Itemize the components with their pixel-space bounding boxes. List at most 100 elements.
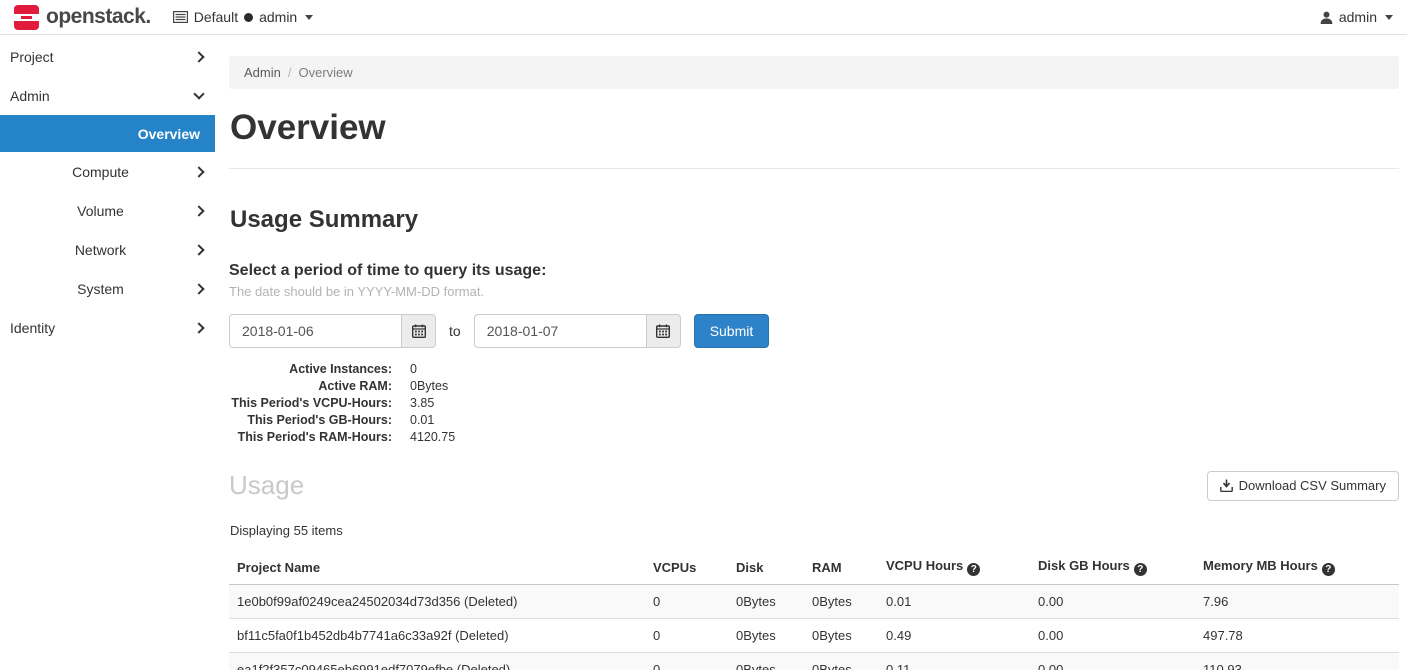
- date-from-group: [229, 314, 436, 348]
- project-dot-icon: [244, 13, 253, 22]
- sidebar-item-project[interactable]: Project: [0, 37, 215, 76]
- breadcrumb-current: Overview: [298, 65, 352, 80]
- usage-heading: Usage: [229, 470, 304, 501]
- cell-project-name: 1e0b0f99af0249cea24502034d73d356 (Delete…: [229, 585, 645, 619]
- chevron-right-icon: [193, 51, 204, 62]
- chevron-right-icon: [193, 283, 204, 294]
- table-row: 1e0b0f99af0249cea24502034d73d356 (Delete…: [229, 585, 1399, 619]
- user-icon: [1320, 11, 1333, 24]
- stat-row: This Period's RAM-Hours: 4120.75: [229, 429, 1399, 446]
- to-label: to: [449, 323, 461, 339]
- download-csv-button[interactable]: Download CSV Summary: [1207, 471, 1399, 501]
- stat-row: This Period's VCPU-Hours: 3.85: [229, 395, 1399, 412]
- sidebar-item-overview[interactable]: Overview: [0, 115, 215, 152]
- user-menu[interactable]: admin: [1320, 9, 1393, 25]
- sidebar-item-label: Network: [10, 242, 195, 258]
- openstack-logo-icon: [14, 5, 39, 30]
- calendar-icon: [656, 324, 670, 338]
- col-project-name: Project Name: [229, 550, 645, 585]
- help-icon[interactable]: ?: [1134, 563, 1147, 576]
- sidebar-item-volume[interactable]: Volume: [0, 191, 215, 230]
- stat-value: 3.85: [410, 395, 434, 412]
- cell-disk-gb-hours: 0.00: [1030, 585, 1195, 619]
- stat-value: 0.01: [410, 412, 434, 429]
- calendar-icon-to[interactable]: [646, 314, 681, 348]
- date-to-input[interactable]: [474, 314, 646, 348]
- col-vcpus: VCPUs: [645, 550, 728, 585]
- chevron-right-icon: [193, 166, 204, 177]
- cell-memory-mb-hours: 110.93: [1195, 653, 1399, 670]
- sidebar-item-identity[interactable]: Identity: [0, 308, 215, 347]
- calendar-icon-from[interactable]: [401, 314, 436, 348]
- cell-vcpus: 0: [645, 619, 728, 653]
- usage-table: Project Name VCPUs Disk RAM VCPU Hours? …: [229, 550, 1399, 670]
- download-csv-label: Download CSV Summary: [1239, 478, 1386, 493]
- sidebar-item-system[interactable]: System: [0, 269, 215, 308]
- page-title: Overview: [230, 108, 1399, 148]
- chevron-right-icon: [193, 205, 204, 216]
- stat-value: 0Bytes: [410, 378, 448, 395]
- sidebar-item-label: Compute: [10, 164, 195, 180]
- stat-value: 0: [410, 361, 417, 378]
- table-row: bf11c5fa0f1b452db4b7741a6c33a92f (Delete…: [229, 619, 1399, 653]
- help-icon[interactable]: ?: [967, 563, 980, 576]
- domain-label: Default: [194, 9, 238, 25]
- date-from-input[interactable]: [229, 314, 401, 348]
- caret-down-icon: [1385, 15, 1393, 20]
- cell-disk-gb-hours: 0.00: [1030, 653, 1195, 670]
- stat-label: This Period's RAM-Hours:: [229, 429, 392, 446]
- usage-stats: Active Instances: 0 Active RAM: 0Bytes T…: [229, 361, 1399, 446]
- domain-project-switcher[interactable]: Default admin: [173, 9, 314, 25]
- brand-text: openstack.: [46, 5, 151, 29]
- cell-vcpu-hours: 0.11: [878, 653, 1030, 670]
- stat-label: This Period's VCPU-Hours:: [229, 395, 392, 412]
- stat-row: Active Instances: 0: [229, 361, 1399, 378]
- col-memory-mb-hours: Memory MB Hours?: [1195, 550, 1399, 585]
- usage-section-header: Usage Download CSV Summary: [229, 470, 1399, 501]
- period-prompt: Select a period of time to query its usa…: [229, 262, 1399, 280]
- sidebar-item-admin[interactable]: Admin: [0, 76, 215, 115]
- top-navbar: openstack. Default admin admin: [0, 0, 1407, 35]
- stat-row: This Period's GB-Hours: 0.01: [229, 412, 1399, 429]
- app-window: openstack. Default admin admin: [0, 0, 1407, 670]
- cell-ram: 0Bytes: [804, 619, 878, 653]
- sidebar-item-network[interactable]: Network: [0, 230, 215, 269]
- table-row: ea1f2f357c09465eb6991edf7079efbe (Delete…: [229, 653, 1399, 670]
- sidebar-item-compute[interactable]: Compute: [0, 152, 215, 191]
- date-format-hint: The date should be in YYYY-MM-DD format.: [229, 284, 1399, 299]
- usage-table-header: Project Name VCPUs Disk RAM VCPU Hours? …: [229, 550, 1399, 585]
- cell-vcpu-hours: 0.49: [878, 619, 1030, 653]
- cell-vcpus: 0: [645, 585, 728, 619]
- cell-project-name: bf11c5fa0f1b452db4b7741a6c33a92f (Delete…: [229, 619, 645, 653]
- usage-date-form: to Submit: [229, 314, 1399, 348]
- calendar-icon: [412, 324, 426, 338]
- title-divider: [229, 168, 1399, 169]
- cell-disk: 0Bytes: [728, 653, 804, 670]
- cell-vcpu-hours: 0.01: [878, 585, 1030, 619]
- sidebar-item-label: Overview: [10, 126, 200, 142]
- stat-label: This Period's GB-Hours:: [229, 412, 392, 429]
- chevron-down-icon: [193, 88, 204, 99]
- chevron-right-icon: [193, 322, 204, 333]
- submit-button[interactable]: Submit: [694, 314, 770, 348]
- cell-ram: 0Bytes: [804, 585, 878, 619]
- col-ram: RAM: [804, 550, 878, 585]
- cell-memory-mb-hours: 7.96: [1195, 585, 1399, 619]
- help-icon[interactable]: ?: [1322, 563, 1335, 576]
- cell-disk: 0Bytes: [728, 619, 804, 653]
- openstack-brand[interactable]: openstack.: [14, 5, 151, 30]
- main-layout: Project Admin Overview Compute Volume Ne…: [0, 35, 1407, 670]
- usage-summary-heading: Usage Summary: [230, 206, 1399, 234]
- breadcrumb: Admin / Overview: [229, 56, 1399, 89]
- stat-label: Active RAM:: [229, 378, 392, 395]
- caret-down-icon: [305, 15, 313, 20]
- breadcrumb-separator: /: [288, 65, 292, 80]
- project-label: admin: [259, 9, 297, 25]
- cell-memory-mb-hours: 497.78: [1195, 619, 1399, 653]
- breadcrumb-parent: Admin: [244, 65, 281, 80]
- sidebar: Project Admin Overview Compute Volume Ne…: [0, 35, 215, 670]
- usage-table-body: 1e0b0f99af0249cea24502034d73d356 (Delete…: [229, 585, 1399, 670]
- cell-disk-gb-hours: 0.00: [1030, 619, 1195, 653]
- stat-row: Active RAM: 0Bytes: [229, 378, 1399, 395]
- sidebar-item-label: Admin: [10, 88, 195, 104]
